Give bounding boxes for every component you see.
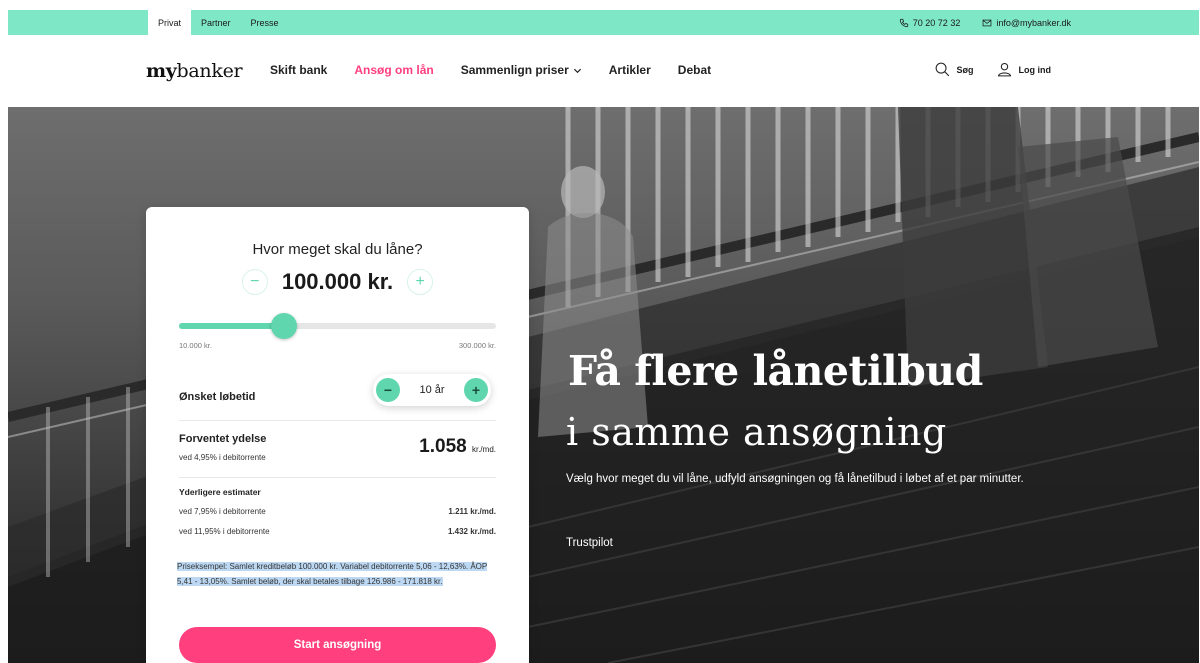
slider-fill bbox=[179, 323, 284, 329]
amount-stepper: − 100.000 kr. + bbox=[146, 269, 529, 295]
logo-rest: banker bbox=[176, 60, 243, 82]
estimate-value: 1.211 kr./md. bbox=[448, 507, 496, 516]
estimates-title: Yderligere estimater bbox=[179, 487, 261, 497]
tab-presse[interactable]: Presse bbox=[241, 10, 289, 35]
hero-title-line2: i samme ansøgning bbox=[566, 410, 947, 454]
plus-icon: + bbox=[415, 273, 425, 290]
decrease-term-button[interactable]: − bbox=[376, 378, 400, 402]
loan-amount-value: 100.000 kr. bbox=[281, 269, 394, 294]
slider-handle[interactable] bbox=[270, 313, 297, 339]
term-value: 10 år bbox=[419, 384, 445, 396]
trustpilot-widget[interactable]: Trustpilot bbox=[566, 537, 613, 549]
search-button[interactable]: Søg bbox=[934, 61, 974, 78]
main-nav: mybanker Skift bank Ansøg om lån Sammenl… bbox=[8, 35, 1199, 107]
tab-privat[interactable]: Privat bbox=[148, 10, 192, 35]
loan-amount-question: Hvor meget skal du låne? bbox=[252, 241, 423, 258]
nav-debat[interactable]: Debat bbox=[678, 63, 711, 77]
plus-icon: + bbox=[471, 382, 481, 398]
payment-unit: kr./md. bbox=[471, 445, 496, 454]
start-application-button[interactable]: Start ansøgning bbox=[179, 627, 496, 663]
price-example-text: Priseksempel: Samlet kreditbeløb 100.000… bbox=[177, 562, 488, 586]
login-label: Log ind bbox=[1018, 64, 1052, 75]
logo-bold: my bbox=[146, 60, 177, 82]
login-button[interactable]: Log ind bbox=[996, 61, 1052, 78]
phone-icon bbox=[899, 18, 908, 27]
estimate-row: ved 11,95% i debitorrente 1.432 kr./md. bbox=[179, 527, 496, 536]
loan-calculator-card: Hvor meget skal du låne? − 100.000 kr. +… bbox=[146, 207, 529, 663]
divider bbox=[179, 477, 496, 478]
decrease-amount-button[interactable]: − bbox=[241, 269, 268, 295]
search-icon bbox=[935, 62, 949, 77]
estimate-value: 1.432 kr./md. bbox=[447, 527, 496, 536]
increase-amount-button[interactable]: + bbox=[407, 269, 434, 295]
audience-tabs: Privat Partner Presse bbox=[148, 10, 289, 35]
amount-slider[interactable] bbox=[179, 313, 496, 339]
contact-info: 70 20 72 32 info@mybanker.dk bbox=[899, 10, 1071, 35]
tab-partner[interactable]: Partner bbox=[191, 10, 241, 35]
term-label: Ønsket løbetid bbox=[179, 391, 256, 403]
logo[interactable]: mybanker bbox=[146, 60, 243, 82]
mail-icon bbox=[982, 19, 992, 26]
slider-min-label: 10.000 kr. bbox=[179, 341, 212, 350]
user-icon bbox=[997, 62, 1011, 77]
nav-ansog-om-lan[interactable]: Ansøg om lån bbox=[354, 63, 433, 77]
estimate-label: ved 7,95% i debitorrente bbox=[179, 507, 266, 516]
nav-skift-bank[interactable]: Skift bank bbox=[270, 63, 327, 77]
phone-number: 70 20 72 32 bbox=[912, 17, 961, 28]
nav-links: Skift bank Ansøg om lån Sammenlign prise… bbox=[270, 63, 711, 77]
payment-value: 1.058 kr./md. bbox=[419, 436, 496, 458]
nav-artikler[interactable]: Artikler bbox=[609, 63, 651, 77]
nav-actions: Søg Log ind bbox=[934, 61, 1052, 78]
increase-term-button[interactable]: + bbox=[463, 378, 488, 402]
payment-amount: 1.058 bbox=[419, 436, 467, 457]
minus-icon: − bbox=[250, 273, 260, 290]
search-label: Søg bbox=[956, 64, 974, 75]
nav-sammenlign-priser-label: Sammenlign priser bbox=[460, 63, 569, 77]
slider-max-label: 300.000 kr. bbox=[458, 341, 496, 350]
term-stepper: − 10 år + bbox=[373, 374, 491, 406]
email-link[interactable]: info@mybanker.dk bbox=[982, 18, 1071, 28]
hero-subtitle: Vælg hvor meget du vil låne, udfyld ansø… bbox=[566, 473, 1024, 485]
email-address: info@mybanker.dk bbox=[996, 17, 1071, 28]
phone-link[interactable]: 70 20 72 32 bbox=[899, 17, 961, 28]
nav-sammenlign-priser[interactable]: Sammenlign priser bbox=[461, 63, 582, 77]
hero-title-line1: Få flere lånetilbud bbox=[568, 347, 983, 395]
divider bbox=[179, 420, 496, 421]
top-bar: Privat Partner Presse 70 20 72 32 info@m… bbox=[8, 10, 1199, 35]
price-example: Priseksempel: Samlet kreditbeløb 100.000… bbox=[177, 559, 499, 589]
minus-icon: − bbox=[383, 382, 393, 398]
chevron-down-icon bbox=[573, 68, 581, 73]
estimate-label: ved 11,95% i debitorrente bbox=[179, 527, 270, 536]
payment-label: Forventet ydelse bbox=[179, 433, 267, 445]
estimate-row: ved 7,95% i debitorrente 1.211 kr./md. bbox=[179, 507, 496, 516]
payment-rate-note: ved 4,95% i debitorrente bbox=[179, 453, 266, 462]
